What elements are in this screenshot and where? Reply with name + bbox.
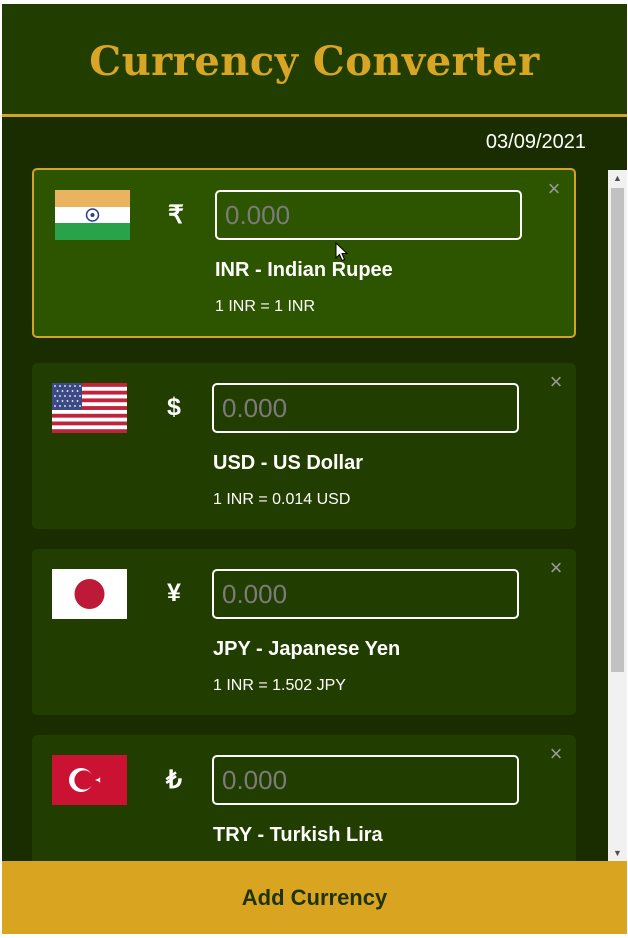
currency-symbol: ₹ <box>168 201 184 229</box>
usa-flag-icon <box>52 383 127 433</box>
mouse-cursor-icon <box>335 242 349 262</box>
amount-input-inr[interactable] <box>215 190 522 240</box>
remove-currency-button[interactable]: × <box>546 557 566 579</box>
add-currency-button[interactable]: Add Currency <box>2 861 627 934</box>
currency-card-inr[interactable]: ₹ INR - Indian Rupee 1 INR = 1 INR × <box>32 168 576 338</box>
scrollbar-thumb[interactable] <box>611 188 624 672</box>
currency-name: INR - Indian Rupee <box>215 259 393 281</box>
japan-flag-icon <box>52 569 127 619</box>
currency-symbol: ₺ <box>166 766 182 794</box>
current-date: 03/09/2021 <box>485 131 586 153</box>
currency-card-try[interactable]: ₺ TRY - Turkish Lira × <box>32 735 576 861</box>
currency-card-usd[interactable]: $ USD - US Dollar 1 INR = 0.014 USD × <box>32 363 576 529</box>
app-header: Currency Converter <box>2 4 627 117</box>
remove-currency-button[interactable]: × <box>544 178 564 200</box>
amount-input-try[interactable] <box>212 755 519 805</box>
currency-symbol: ¥ <box>167 579 181 607</box>
scroll-up-arrow-icon[interactable]: ▲ <box>608 170 627 187</box>
scrollbar[interactable]: ▲ ▼ <box>608 170 627 862</box>
app-title: Currency Converter <box>89 37 540 85</box>
amount-input-jpy[interactable] <box>212 569 519 619</box>
exchange-rate: 1 INR = 1.502 JPY <box>213 677 346 694</box>
exchange-rate: 1 INR = 1 INR <box>215 298 316 315</box>
currency-symbol: $ <box>167 393 181 421</box>
india-flag-icon <box>55 190 130 240</box>
turkey-flag-icon <box>52 755 127 805</box>
amount-input-usd[interactable] <box>212 383 519 433</box>
currency-name: JPY - Japanese Yen <box>213 638 401 660</box>
currency-card-jpy[interactable]: ¥ JPY - Japanese Yen 1 INR = 1.502 JPY × <box>32 549 576 715</box>
remove-currency-button[interactable]: × <box>546 371 566 393</box>
exchange-rate: 1 INR = 0.014 USD <box>213 491 351 508</box>
currency-name: USD - US Dollar <box>213 452 364 474</box>
currency-list: ₹ INR - Indian Rupee 1 INR = 1 INR × <box>2 168 608 861</box>
scroll-down-arrow-icon[interactable]: ▼ <box>608 845 627 862</box>
currency-converter-app: Currency Converter 03/09/2021 ₹ INR - In… <box>2 4 627 934</box>
currency-name: TRY - Turkish Lira <box>213 824 383 846</box>
remove-currency-button[interactable]: × <box>546 743 566 765</box>
